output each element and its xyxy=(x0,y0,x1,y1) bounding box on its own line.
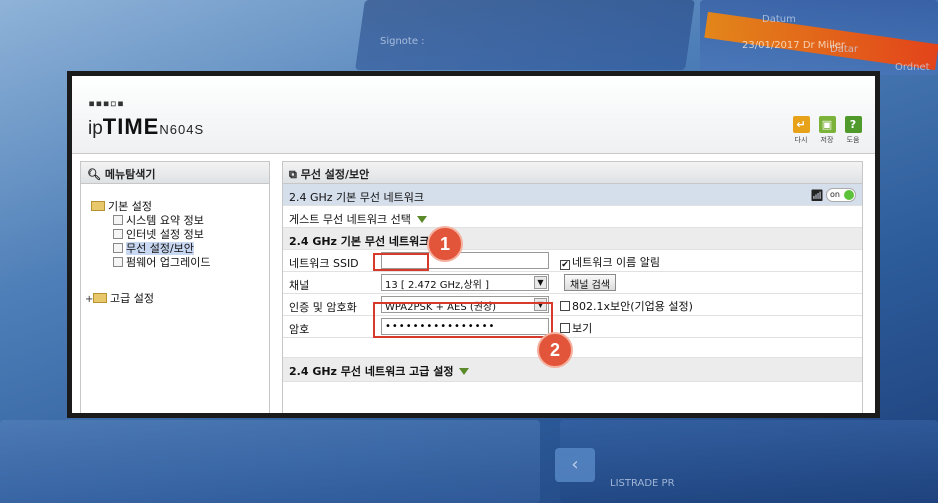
menu-item-system-summary[interactable]: 시스템 요약 정보 xyxy=(91,214,210,228)
reset-button[interactable]: ↵ 다시 xyxy=(791,116,811,145)
enterprise-checkbox[interactable]: 802.1x보안(기업용 설정) xyxy=(560,298,693,314)
menu-item-wireless-settings[interactable]: 무선 설정/보안 xyxy=(91,242,210,256)
logo-mark: ▪▪▪▫▪ xyxy=(88,96,125,110)
menu-group-advanced[interactable]: + 고급 설정 xyxy=(85,292,210,306)
wireless-icon xyxy=(113,243,123,253)
upgrade-icon xyxy=(113,257,123,267)
wifi-filter-icon[interactable]: 📶︎ xyxy=(810,189,824,202)
menu-group-basic[interactable]: 기본 설정 xyxy=(91,200,210,214)
save-button[interactable]: ▣ 저장 xyxy=(817,116,837,145)
copy-icon: ⧉ xyxy=(289,168,297,181)
triangle-down-icon xyxy=(459,368,470,375)
menu-item-firmware-upgrade[interactable]: 펌웨어 업그레이드 xyxy=(91,256,210,270)
folder-icon xyxy=(93,293,107,303)
guest-network-row[interactable]: 게스트 무선 네트워크 선택 xyxy=(283,206,862,228)
show-password-checkbox[interactable]: 보기 xyxy=(560,320,592,336)
channel-select[interactable]: 13 [ 2.472 GHz,상위 ] ▼ xyxy=(381,274,549,291)
router-admin-window: ▪▪▪▫▪ ipTIMEN604S ↵ 다시 ▣ 저장 ? 도움 🔍︎ 메뉴탐색… xyxy=(67,71,880,418)
header: ▪▪▪▫▪ ipTIMEN604S ↵ 다시 ▣ 저장 ? 도움 xyxy=(72,76,875,154)
reset-icon: ↵ xyxy=(792,116,810,133)
step-badge-1: 1 xyxy=(427,226,463,262)
header-toolbar: ↵ 다시 ▣ 저장 ? 도움 xyxy=(791,116,863,145)
band-row: 2.4 GHz 기본 무선 네트워크 📶︎ on xyxy=(283,184,862,206)
highlight-box-password xyxy=(373,302,553,338)
auth-label: 인증 및 암호화 xyxy=(289,301,357,314)
network-icon xyxy=(113,229,123,239)
channel-row: 채널 13 [ 2.472 GHz,상위 ] ▼ 채널 검색 xyxy=(283,272,862,294)
password-label: 암호 xyxy=(289,323,310,336)
background-text: Ordnet xyxy=(895,62,930,73)
channel-label: 채널 xyxy=(289,279,310,292)
toggle-knob xyxy=(844,190,854,200)
menu-explorer-header: 🔍︎ 메뉴탐색기 xyxy=(81,162,269,184)
help-icon: ? xyxy=(844,116,862,133)
logo: ipTIMEN604S xyxy=(88,114,205,139)
menu-item-internet-settings[interactable]: 인터넷 설정 정보 xyxy=(91,228,210,242)
menu-tree: 기본 설정 시스템 요약 정보 인터넷 설정 정보 무선 설정/보안 펌웨어 업… xyxy=(85,200,210,306)
background-text: Datum xyxy=(762,14,796,25)
auth-row: 인증 및 암호화 WPA2PSK + AES (권장) ▼ 802.1x보안(기업… xyxy=(283,294,862,316)
background-text: LISTRADE PR xyxy=(610,478,675,489)
checkmark-icon: ✔ xyxy=(560,260,570,270)
help-button[interactable]: ? 도움 xyxy=(843,116,863,145)
model-name: N604S xyxy=(159,122,205,137)
search-icon: 🔍︎ xyxy=(87,168,101,181)
wireless-settings-panel: ⧉ 무선 설정/보안 2.4 GHz 기본 무선 네트워크 📶︎ on 게스트 … xyxy=(282,161,863,413)
ssid-label: 네트워크 SSID xyxy=(289,257,359,270)
chart-icon xyxy=(113,215,123,225)
chevron-down-icon: ▼ xyxy=(534,276,547,289)
background-panel xyxy=(0,420,540,503)
background-text: Signote : xyxy=(380,36,425,47)
background-panel xyxy=(355,0,695,70)
ssid-row: 네트워크 SSID ✔ 네트워크 이름 알림 xyxy=(283,250,862,272)
step-badge-2: 2 xyxy=(537,332,573,368)
broadcast-checkbox[interactable]: ✔ 네트워크 이름 알림 xyxy=(560,254,660,270)
basic-section-header: 2.4 GHz 기본 무선 네트워크 xyxy=(283,228,862,250)
expand-icon: + xyxy=(85,294,94,305)
highlight-box-ssid xyxy=(373,253,429,271)
folder-icon xyxy=(91,201,105,211)
save-icon: ▣ xyxy=(818,116,836,133)
advanced-section-header[interactable]: 2.4 GHz 무선 네트워크 고급 설정 xyxy=(283,358,862,382)
triangle-down-icon xyxy=(416,216,427,223)
panel-title: ⧉ 무선 설정/보안 xyxy=(283,162,862,184)
background-panel xyxy=(560,420,938,503)
menu-explorer: 🔍︎ 메뉴탐색기 기본 설정 시스템 요약 정보 인터넷 설정 정보 무선 설정… xyxy=(80,161,270,413)
channel-scan-button[interactable]: 채널 검색 xyxy=(564,274,616,291)
wireless-toggle[interactable]: on xyxy=(826,188,856,202)
background-text: 23/01/2017 Dr Miller xyxy=(742,40,846,51)
password-row: 암호 보기 xyxy=(283,316,862,338)
chevron-left-icon: ‹ xyxy=(555,448,595,482)
